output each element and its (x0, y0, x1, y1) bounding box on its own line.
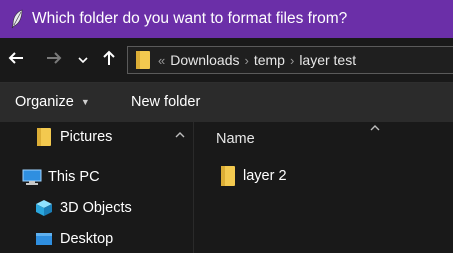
folder-icon (34, 127, 54, 147)
breadcrumb-layer-test[interactable]: layer test (299, 52, 356, 68)
sidebar-item-label: Pictures (60, 129, 113, 145)
cube-icon (34, 198, 54, 218)
sort-ascending-icon (368, 122, 382, 132)
address-bar[interactable]: « Downloads › temp › layer test (127, 46, 453, 74)
sidebar-item-3d-objects[interactable]: 3D Objects (34, 198, 132, 218)
new-folder-button[interactable]: New folder (131, 94, 200, 110)
forward-arrow-icon (45, 50, 63, 71)
organize-button[interactable]: Organize ▼ (15, 94, 90, 110)
command-bar: Organize ▼ New folder (0, 82, 453, 122)
dialog-title: Which folder do you want to format files… (32, 10, 348, 27)
feather-icon (8, 8, 26, 30)
navigation-pane: Pictures This PC 3D Objects Desktop (0, 122, 193, 253)
up-arrow-icon (101, 49, 117, 72)
sidebar-item-this-pc[interactable]: This PC (22, 167, 100, 187)
computer-icon (22, 167, 42, 187)
scroll-up-icon[interactable] (173, 128, 187, 140)
back-button[interactable] (2, 48, 30, 72)
column-header-name[interactable]: Name (216, 131, 255, 147)
file-name: layer 2 (243, 168, 287, 184)
forward-button[interactable] (40, 48, 68, 72)
navigation-bar: « Downloads › temp › layer test (0, 38, 453, 82)
sidebar-item-label: This PC (48, 169, 100, 185)
up-button[interactable] (96, 48, 122, 72)
title-bar: Which folder do you want to format files… (0, 0, 453, 38)
folder-icon (218, 165, 238, 187)
chevron-down-icon (78, 51, 88, 69)
file-list: Name layer 2 (194, 122, 453, 253)
breadcrumb-separator[interactable]: › (290, 53, 294, 68)
sidebar-item-label: 3D Objects (60, 200, 132, 216)
breadcrumb-separator[interactable]: › (245, 53, 249, 68)
desktop-icon (34, 229, 54, 249)
overflow-chevron[interactable]: « (158, 53, 165, 68)
breadcrumb-temp[interactable]: temp (254, 52, 285, 68)
recent-locations-button[interactable] (74, 48, 92, 72)
breadcrumb-downloads[interactable]: Downloads (170, 52, 239, 68)
caret-down-icon: ▼ (80, 97, 90, 107)
back-arrow-icon (7, 50, 25, 71)
organize-label: Organize (15, 94, 74, 110)
sidebar-item-desktop[interactable]: Desktop (34, 229, 113, 249)
folder-icon (133, 50, 153, 70)
sidebar-item-label: Desktop (60, 231, 114, 247)
sidebar-item-pictures[interactable]: Pictures (34, 127, 112, 147)
list-item[interactable]: layer 2 (218, 165, 287, 187)
